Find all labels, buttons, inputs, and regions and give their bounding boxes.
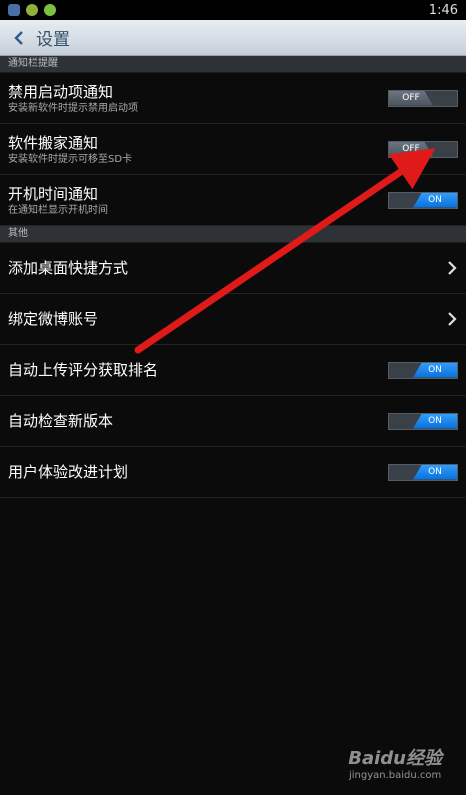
watermark-url: jingyan.baidu.com: [348, 770, 442, 781]
row-subtitle: 在通知栏显示开机时间: [8, 204, 108, 216]
watermark: Baidu经验 jingyan.baidu.com: [348, 744, 442, 781]
toggle-knob: OFF: [389, 90, 433, 106]
toggle-knob: ON: [413, 464, 457, 480]
row-title: 自动上传评分获取排名: [8, 361, 159, 379]
setting-app-move-notice[interactable]: 软件搬家通知 安装软件时提示可移至SD卡 OFF: [0, 124, 466, 175]
toggle-switch[interactable]: OFF: [388, 140, 458, 158]
chevron-right-icon: [448, 312, 457, 326]
toggle-switch[interactable]: OFF: [388, 89, 458, 107]
row-subtitle: 安装软件时提示可移至SD卡: [8, 153, 133, 165]
row-title: 软件搬家通知: [8, 133, 99, 152]
setting-boot-time-notice[interactable]: 开机时间通知 在通知栏显示开机时间 ON: [0, 175, 466, 226]
toggle-switch[interactable]: ON: [388, 191, 458, 209]
toggle-knob: ON: [413, 192, 457, 208]
section-header-notifications: 通知栏提醒: [0, 56, 466, 73]
row-title: 绑定微博账号: [8, 310, 99, 328]
section-header-other: 其他: [0, 226, 466, 243]
page-title: 设置: [36, 30, 70, 50]
setting-auto-check-update[interactable]: 自动检查新版本 ON: [0, 396, 466, 447]
setting-bind-weibo[interactable]: 绑定微博账号: [0, 294, 466, 345]
toggle-switch[interactable]: ON: [388, 361, 458, 379]
toggle-knob: OFF: [389, 141, 433, 157]
chevron-left-icon[interactable]: [12, 30, 26, 45]
notification-icon: [8, 4, 20, 16]
setting-user-experience-plan[interactable]: 用户体验改进计划 ON: [0, 447, 466, 498]
row-title: 添加桌面快捷方式: [8, 259, 129, 277]
setting-add-shortcut[interactable]: 添加桌面快捷方式: [0, 243, 466, 294]
setting-disable-startup-notice[interactable]: 禁用启动项通知 安装新软件时提示禁用启动项 OFF: [0, 73, 466, 124]
setting-auto-upload-score[interactable]: 自动上传评分获取排名 ON: [0, 345, 466, 396]
title-bar: 设置: [0, 20, 466, 56]
app-icon: [26, 4, 38, 16]
chevron-right-icon: [448, 261, 457, 275]
row-title: 用户体验改进计划: [8, 463, 129, 481]
status-icons: [8, 4, 56, 16]
row-subtitle: 安装新软件时提示禁用启动项: [8, 102, 138, 114]
toggle-knob: ON: [413, 362, 457, 378]
row-title: 开机时间通知: [8, 184, 99, 203]
android-icon: [44, 4, 56, 16]
status-time: 1:46: [428, 2, 458, 18]
toggle-switch[interactable]: ON: [388, 412, 458, 430]
row-title: 自动检查新版本: [8, 412, 114, 430]
watermark-logo: Baidu经验: [348, 748, 442, 769]
row-title: 禁用启动项通知: [8, 82, 114, 101]
status-bar: 1:46: [0, 0, 466, 20]
toggle-knob: ON: [413, 413, 457, 429]
toggle-switch[interactable]: ON: [388, 463, 458, 481]
